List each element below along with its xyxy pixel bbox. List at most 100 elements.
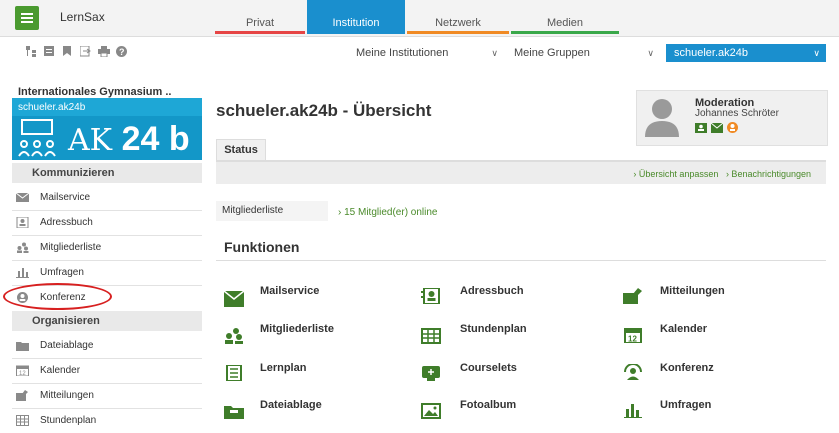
members-icon[interactable] bbox=[224, 328, 244, 344]
function-mitgliederliste[interactable]: Mitgliederliste bbox=[260, 323, 334, 335]
function-adressbuch[interactable]: Adressbuch bbox=[460, 285, 524, 297]
learnplan-icon[interactable] bbox=[224, 365, 244, 381]
sidebar-item-dateiablage[interactable]: Dateiablage bbox=[12, 334, 202, 359]
sidebar-item-umfragen[interactable]: Umfragen bbox=[12, 261, 202, 286]
addressbook-icon[interactable] bbox=[695, 123, 707, 133]
app-title: LernSax bbox=[60, 10, 105, 24]
banner-text: AK bbox=[68, 123, 113, 158]
tab-netzwerk[interactable]: Netzwerk bbox=[407, 0, 509, 34]
notes-icon[interactable] bbox=[623, 288, 643, 304]
sitemap-icon[interactable] bbox=[26, 46, 37, 57]
current-group-select[interactable]: schueler.ak24b ∨ bbox=[666, 44, 826, 62]
logout-icon[interactable] bbox=[80, 46, 91, 57]
chevron-down-icon: ∨ bbox=[647, 48, 654, 58]
courselets-icon[interactable] bbox=[421, 365, 441, 381]
groups-select-value: Meine Gruppen bbox=[514, 47, 590, 59]
institution-name[interactable]: Internationales Gymnasium .. bbox=[18, 86, 171, 98]
group-name: schueler.ak24b bbox=[18, 102, 86, 113]
banner-bold-text: 24 b bbox=[121, 120, 190, 158]
tab-label: Netzwerk bbox=[435, 17, 481, 29]
section-organisieren[interactable]: Organisieren bbox=[12, 311, 202, 331]
moderation-box: Moderation Johannes Schröter bbox=[636, 90, 828, 146]
timetable-icon[interactable] bbox=[421, 328, 441, 344]
sidebar-item-label: Stundenplan bbox=[40, 415, 97, 426]
bookmark-icon[interactable] bbox=[62, 46, 73, 57]
tab-medien[interactable]: Medien bbox=[511, 0, 619, 34]
section-label: Organisieren bbox=[32, 315, 100, 327]
notes-icon[interactable] bbox=[44, 46, 55, 57]
sidebar-item-label: Umfragen bbox=[40, 267, 84, 278]
tab-privat[interactable]: Privat bbox=[215, 0, 305, 34]
function-lernplan[interactable]: Lernplan bbox=[260, 362, 306, 374]
sidebar-item-mailservice[interactable]: Mailservice bbox=[12, 186, 202, 211]
sidebar-item-mitteilungen[interactable]: Mitteilungen bbox=[12, 384, 202, 409]
notifications-link[interactable]: › Benachrichtigungen bbox=[726, 169, 811, 179]
function-kalender[interactable]: Kalender bbox=[660, 323, 707, 335]
addressbook-icon[interactable] bbox=[421, 288, 441, 304]
menu-icon[interactable] bbox=[15, 6, 39, 30]
highlight-circle bbox=[3, 283, 112, 310]
groups-select[interactable]: Meine Gruppen ∨ bbox=[510, 44, 660, 62]
section-label: Kommunizieren bbox=[32, 167, 115, 179]
function-courselets[interactable]: Courselets bbox=[460, 362, 517, 374]
sidebar-item-label: Dateiablage bbox=[40, 340, 94, 351]
functions-title: Funktionen bbox=[224, 239, 300, 255]
folder-icon[interactable] bbox=[224, 403, 244, 419]
group-banner[interactable]: schueler.ak24b AK 24 b bbox=[12, 98, 202, 160]
function-fotoalbum[interactable]: Fotoalbum bbox=[460, 399, 516, 411]
svg-text:?: ? bbox=[119, 47, 125, 57]
members-online-link[interactable]: › 15 Mitglied(er) online bbox=[338, 207, 438, 218]
function-dateiablage[interactable]: Dateiablage bbox=[260, 399, 322, 411]
addressbook-icon bbox=[16, 217, 29, 228]
notes-icon bbox=[16, 390, 28, 401]
sidebar-item-stundenplan[interactable]: Stundenplan bbox=[12, 409, 202, 433]
poll-icon bbox=[16, 268, 29, 278]
mail-icon bbox=[16, 192, 29, 202]
chevron-down-icon: ∨ bbox=[491, 48, 498, 58]
institutions-select[interactable]: Meine Institutionen ∨ bbox=[342, 44, 504, 62]
tab-status[interactable]: Status bbox=[216, 139, 266, 160]
section-kommunizieren[interactable]: Kommunizieren bbox=[12, 163, 202, 183]
page-title: schueler.ak24b - Übersicht bbox=[216, 101, 432, 120]
current-group-select-value: schueler.ak24b bbox=[674, 47, 748, 59]
tab-label: Privat bbox=[245, 17, 275, 29]
svg-text:12: 12 bbox=[628, 335, 637, 344]
moderator-name[interactable]: Johannes Schröter bbox=[695, 108, 779, 119]
members-icon bbox=[17, 242, 29, 253]
status-links: › Übersicht anpassen › Benachrichtigunge… bbox=[633, 169, 811, 179]
sidebar-item-label: Mitgliederliste bbox=[40, 242, 102, 253]
function-mailservice[interactable]: Mailservice bbox=[260, 285, 319, 297]
tab-label: Medien bbox=[546, 17, 584, 29]
sidebar-item-adressbuch[interactable]: Adressbuch bbox=[12, 211, 202, 236]
calendar-icon[interactable]: 12 bbox=[623, 327, 643, 343]
chevron-down-icon: ∨ bbox=[813, 48, 820, 58]
tab-institution[interactable]: Institution bbox=[307, 0, 405, 34]
folder-icon bbox=[16, 342, 29, 351]
function-mitteilungen[interactable]: Mitteilungen bbox=[660, 285, 725, 297]
sidebar-item-label: Mailservice bbox=[40, 192, 91, 203]
institutions-select-value: Meine Institutionen bbox=[356, 47, 449, 59]
members-label: Mitgliederliste bbox=[216, 201, 328, 221]
mail-icon[interactable] bbox=[711, 123, 723, 133]
print-icon[interactable] bbox=[98, 46, 110, 57]
help-icon[interactable]: ? bbox=[116, 46, 127, 57]
conference-icon[interactable] bbox=[623, 364, 643, 380]
function-umfragen[interactable]: Umfragen bbox=[660, 399, 711, 411]
overview-customize-link[interactable]: › Übersicht anpassen bbox=[633, 169, 718, 179]
function-konferenz[interactable]: Konferenz bbox=[660, 362, 714, 374]
classroom-icon bbox=[18, 119, 56, 157]
sidebar-item-mitgliederliste[interactable]: Mitgliederliste bbox=[12, 236, 202, 261]
poll-icon[interactable] bbox=[623, 402, 643, 418]
calendar-icon: 12 bbox=[16, 365, 29, 376]
sidebar-item-label: Adressbuch bbox=[40, 217, 93, 228]
svg-text:12: 12 bbox=[19, 371, 26, 376]
divider bbox=[216, 260, 826, 261]
sidebar-item-label: Kalender bbox=[40, 365, 81, 376]
avatar bbox=[645, 99, 679, 137]
sidebar-item-kalender[interactable]: 12 Kalender bbox=[12, 359, 202, 384]
mail-icon[interactable] bbox=[224, 291, 244, 307]
function-stundenplan[interactable]: Stundenplan bbox=[460, 323, 527, 335]
status-online-icon[interactable] bbox=[727, 122, 738, 133]
tab-label: Institution bbox=[332, 17, 380, 29]
photo-icon[interactable] bbox=[421, 403, 441, 419]
